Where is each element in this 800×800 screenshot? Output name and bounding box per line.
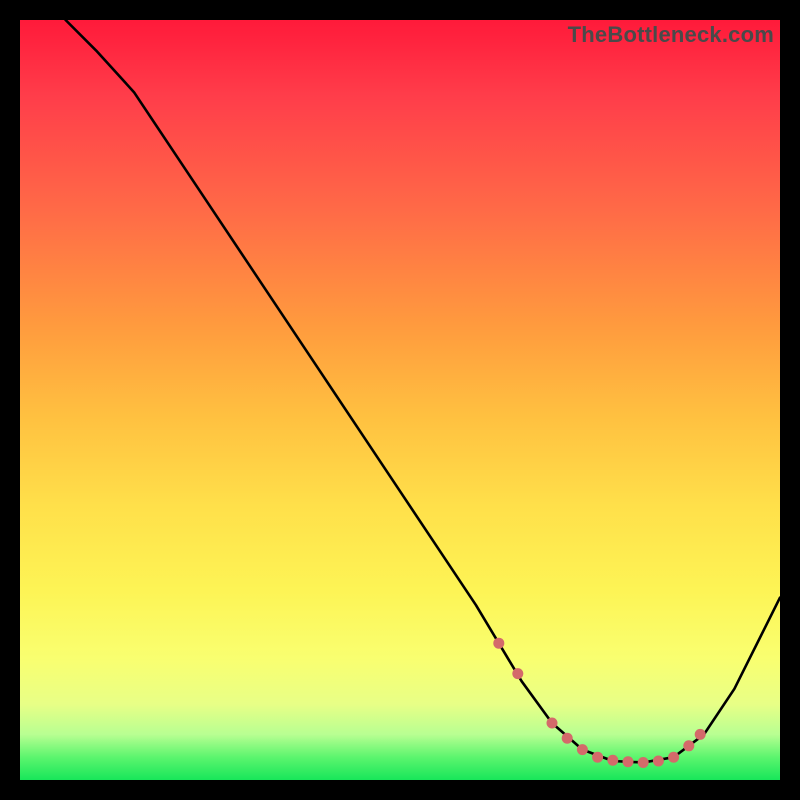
- trough-dot: [668, 752, 679, 763]
- trough-dot: [607, 755, 618, 766]
- curve-line: [66, 20, 780, 763]
- trough-dot: [653, 756, 664, 767]
- trough-markers: [493, 638, 705, 768]
- trough-dot: [547, 718, 558, 729]
- chart-svg: [20, 20, 780, 780]
- trough-dot: [638, 757, 649, 768]
- trough-dot: [577, 744, 588, 755]
- trough-dot: [592, 752, 603, 763]
- chart-frame: TheBottleneck.com: [20, 20, 780, 780]
- trough-dot: [623, 756, 634, 767]
- trough-dot: [562, 733, 573, 744]
- trough-dot: [512, 668, 523, 679]
- trough-dot: [683, 740, 694, 751]
- trough-dot: [493, 638, 504, 649]
- trough-dot: [695, 729, 706, 740]
